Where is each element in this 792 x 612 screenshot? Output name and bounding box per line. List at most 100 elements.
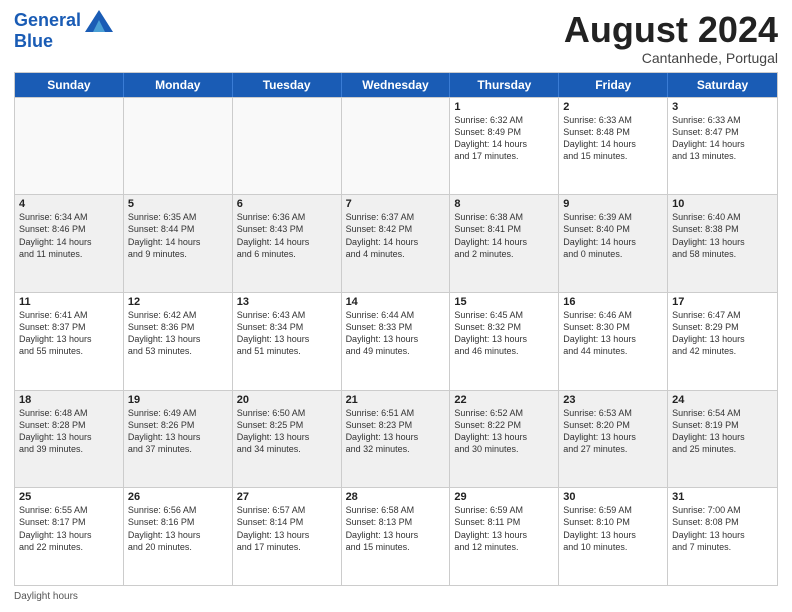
day-number: 1 [454, 101, 554, 113]
cell-info: Sunrise: 7:00 AM Sunset: 8:08 PM Dayligh… [672, 504, 773, 553]
cal-row-4: 25Sunrise: 6:55 AM Sunset: 8:17 PM Dayli… [15, 487, 777, 585]
cal-cell-0-0 [15, 98, 124, 195]
day-number: 22 [454, 394, 554, 406]
cal-cell-4-5: 30Sunrise: 6:59 AM Sunset: 8:10 PM Dayli… [559, 488, 668, 585]
day-number: 8 [454, 198, 554, 210]
cell-info: Sunrise: 6:47 AM Sunset: 8:29 PM Dayligh… [672, 309, 773, 358]
cal-cell-4-1: 26Sunrise: 6:56 AM Sunset: 8:16 PM Dayli… [124, 488, 233, 585]
cell-info: Sunrise: 6:59 AM Sunset: 8:11 PM Dayligh… [454, 504, 554, 553]
logo: General Blue [14, 10, 113, 52]
cell-info: Sunrise: 6:40 AM Sunset: 8:38 PM Dayligh… [672, 211, 773, 260]
day-number: 6 [237, 198, 337, 210]
day-number: 7 [346, 198, 446, 210]
cal-cell-4-3: 28Sunrise: 6:58 AM Sunset: 8:13 PM Dayli… [342, 488, 451, 585]
logo-blue: Blue [14, 32, 113, 52]
page: General Blue August 2024 Cantanhede, Por… [0, 0, 792, 612]
day-number: 17 [672, 296, 773, 308]
cal-cell-1-2: 6Sunrise: 6:36 AM Sunset: 8:43 PM Daylig… [233, 195, 342, 292]
cal-cell-2-3: 14Sunrise: 6:44 AM Sunset: 8:33 PM Dayli… [342, 293, 451, 390]
header: General Blue August 2024 Cantanhede, Por… [14, 10, 778, 66]
logo-text: General [14, 11, 81, 31]
cal-row-2: 11Sunrise: 6:41 AM Sunset: 8:37 PM Dayli… [15, 292, 777, 390]
cell-info: Sunrise: 6:46 AM Sunset: 8:30 PM Dayligh… [563, 309, 663, 358]
cell-info: Sunrise: 6:35 AM Sunset: 8:44 PM Dayligh… [128, 211, 228, 260]
cell-info: Sunrise: 6:51 AM Sunset: 8:23 PM Dayligh… [346, 407, 446, 456]
cell-info: Sunrise: 6:48 AM Sunset: 8:28 PM Dayligh… [19, 407, 119, 456]
cal-cell-0-6: 3Sunrise: 6:33 AM Sunset: 8:47 PM Daylig… [668, 98, 777, 195]
cal-cell-1-6: 10Sunrise: 6:40 AM Sunset: 8:38 PM Dayli… [668, 195, 777, 292]
cal-cell-1-0: 4Sunrise: 6:34 AM Sunset: 8:46 PM Daylig… [15, 195, 124, 292]
day-number: 2 [563, 101, 663, 113]
cal-cell-3-6: 24Sunrise: 6:54 AM Sunset: 8:19 PM Dayli… [668, 391, 777, 488]
cal-cell-3-2: 20Sunrise: 6:50 AM Sunset: 8:25 PM Dayli… [233, 391, 342, 488]
cal-cell-2-5: 16Sunrise: 6:46 AM Sunset: 8:30 PM Dayli… [559, 293, 668, 390]
day-number: 13 [237, 296, 337, 308]
calendar-header: Sunday Monday Tuesday Wednesday Thursday… [15, 73, 777, 97]
cell-info: Sunrise: 6:49 AM Sunset: 8:26 PM Dayligh… [128, 407, 228, 456]
header-wednesday: Wednesday [342, 73, 451, 97]
day-number: 5 [128, 198, 228, 210]
cal-cell-0-1 [124, 98, 233, 195]
cell-info: Sunrise: 6:53 AM Sunset: 8:20 PM Dayligh… [563, 407, 663, 456]
cal-cell-0-3 [342, 98, 451, 195]
cal-row-0: 1Sunrise: 6:32 AM Sunset: 8:49 PM Daylig… [15, 97, 777, 195]
day-number: 9 [563, 198, 663, 210]
header-thursday: Thursday [450, 73, 559, 97]
calendar-body: 1Sunrise: 6:32 AM Sunset: 8:49 PM Daylig… [15, 97, 777, 585]
cal-cell-4-0: 25Sunrise: 6:55 AM Sunset: 8:17 PM Dayli… [15, 488, 124, 585]
day-number: 21 [346, 394, 446, 406]
day-number: 12 [128, 296, 228, 308]
cell-info: Sunrise: 6:55 AM Sunset: 8:17 PM Dayligh… [19, 504, 119, 553]
cal-cell-1-3: 7Sunrise: 6:37 AM Sunset: 8:42 PM Daylig… [342, 195, 451, 292]
cal-cell-3-5: 23Sunrise: 6:53 AM Sunset: 8:20 PM Dayli… [559, 391, 668, 488]
cell-info: Sunrise: 6:33 AM Sunset: 8:48 PM Dayligh… [563, 114, 663, 163]
cell-info: Sunrise: 6:44 AM Sunset: 8:33 PM Dayligh… [346, 309, 446, 358]
day-number: 15 [454, 296, 554, 308]
cell-info: Sunrise: 6:57 AM Sunset: 8:14 PM Dayligh… [237, 504, 337, 553]
cell-info: Sunrise: 6:41 AM Sunset: 8:37 PM Dayligh… [19, 309, 119, 358]
cal-cell-4-6: 31Sunrise: 7:00 AM Sunset: 8:08 PM Dayli… [668, 488, 777, 585]
day-number: 16 [563, 296, 663, 308]
cell-info: Sunrise: 6:32 AM Sunset: 8:49 PM Dayligh… [454, 114, 554, 163]
day-number: 3 [672, 101, 773, 113]
day-number: 4 [19, 198, 119, 210]
cal-cell-2-6: 17Sunrise: 6:47 AM Sunset: 8:29 PM Dayli… [668, 293, 777, 390]
cal-row-1: 4Sunrise: 6:34 AM Sunset: 8:46 PM Daylig… [15, 194, 777, 292]
cell-info: Sunrise: 6:33 AM Sunset: 8:47 PM Dayligh… [672, 114, 773, 163]
subtitle: Cantanhede, Portugal [564, 50, 778, 66]
day-number: 18 [19, 394, 119, 406]
day-number: 26 [128, 491, 228, 503]
cell-info: Sunrise: 6:37 AM Sunset: 8:42 PM Dayligh… [346, 211, 446, 260]
day-number: 14 [346, 296, 446, 308]
month-title: August 2024 [564, 10, 778, 50]
header-sunday: Sunday [15, 73, 124, 97]
day-number: 27 [237, 491, 337, 503]
day-number: 24 [672, 394, 773, 406]
header-friday: Friday [559, 73, 668, 97]
cal-cell-0-4: 1Sunrise: 6:32 AM Sunset: 8:49 PM Daylig… [450, 98, 559, 195]
cal-cell-3-4: 22Sunrise: 6:52 AM Sunset: 8:22 PM Dayli… [450, 391, 559, 488]
header-saturday: Saturday [668, 73, 777, 97]
cal-cell-0-5: 2Sunrise: 6:33 AM Sunset: 8:48 PM Daylig… [559, 98, 668, 195]
cell-info: Sunrise: 6:45 AM Sunset: 8:32 PM Dayligh… [454, 309, 554, 358]
cell-info: Sunrise: 6:34 AM Sunset: 8:46 PM Dayligh… [19, 211, 119, 260]
cell-info: Sunrise: 6:58 AM Sunset: 8:13 PM Dayligh… [346, 504, 446, 553]
cal-cell-3-1: 19Sunrise: 6:49 AM Sunset: 8:26 PM Dayli… [124, 391, 233, 488]
cell-info: Sunrise: 6:56 AM Sunset: 8:16 PM Dayligh… [128, 504, 228, 553]
day-number: 30 [563, 491, 663, 503]
cell-info: Sunrise: 6:36 AM Sunset: 8:43 PM Dayligh… [237, 211, 337, 260]
cell-info: Sunrise: 6:50 AM Sunset: 8:25 PM Dayligh… [237, 407, 337, 456]
cal-cell-1-4: 8Sunrise: 6:38 AM Sunset: 8:41 PM Daylig… [450, 195, 559, 292]
daylight-label: Daylight hours [14, 591, 78, 602]
cell-info: Sunrise: 6:43 AM Sunset: 8:34 PM Dayligh… [237, 309, 337, 358]
cal-cell-4-4: 29Sunrise: 6:59 AM Sunset: 8:11 PM Dayli… [450, 488, 559, 585]
cell-info: Sunrise: 6:54 AM Sunset: 8:19 PM Dayligh… [672, 407, 773, 456]
cal-cell-2-2: 13Sunrise: 6:43 AM Sunset: 8:34 PM Dayli… [233, 293, 342, 390]
cal-cell-2-4: 15Sunrise: 6:45 AM Sunset: 8:32 PM Dayli… [450, 293, 559, 390]
header-tuesday: Tuesday [233, 73, 342, 97]
day-number: 28 [346, 491, 446, 503]
cell-info: Sunrise: 6:52 AM Sunset: 8:22 PM Dayligh… [454, 407, 554, 456]
cal-cell-3-3: 21Sunrise: 6:51 AM Sunset: 8:23 PM Dayli… [342, 391, 451, 488]
cell-info: Sunrise: 6:38 AM Sunset: 8:41 PM Dayligh… [454, 211, 554, 260]
cal-cell-4-2: 27Sunrise: 6:57 AM Sunset: 8:14 PM Dayli… [233, 488, 342, 585]
